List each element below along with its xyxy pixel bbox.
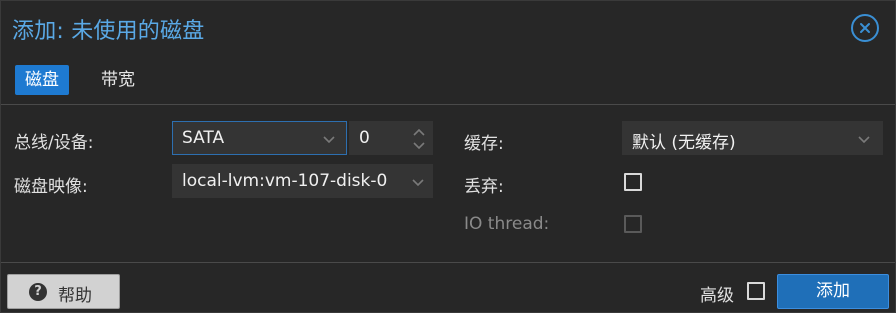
chevron-down-icon [323,136,335,144]
dialog-footer: ? 帮助 高级 添加 [1,262,895,313]
advanced-label: 高级 [700,286,734,306]
advanced-checkbox[interactable] [747,282,765,300]
add-button[interactable]: 添加 [777,274,889,309]
chevron-down-icon [858,136,870,144]
dialog-title: 添加: 未使用的磁盘 [12,19,205,44]
cache-label: 缓存: [464,134,504,154]
help-button[interactable]: ? 帮助 [7,274,120,309]
tab-bar: 磁盘 带宽 [1,61,895,105]
io-thread-label: IO thread: [464,214,550,234]
chevron-down-icon [412,179,424,187]
disk-image-select[interactable]: local-lvm:vm-107-disk-0 [172,164,433,198]
add-unused-disk-dialog: 添加: 未使用的磁盘 磁盘 带宽 总线/设备: SATA 0 磁盘映像: loc… [0,0,896,313]
close-icon[interactable] [851,14,879,42]
discard-label: 丢弃: [464,177,504,197]
device-number-value: 0 [359,128,370,148]
question-circle-icon: ? [29,283,47,301]
tab-disk[interactable]: 磁盘 [15,65,69,95]
dialog-title-bar: 添加: 未使用的磁盘 [1,1,895,55]
discard-checkbox[interactable] [624,173,642,191]
spinner-arrows-icon[interactable] [412,126,426,152]
tab-bandwidth[interactable]: 带宽 [91,65,145,95]
help-button-label: 帮助 [58,286,92,306]
bus-device-label: 总线/设备: [14,133,94,153]
bus-select-value: SATA [182,128,225,148]
device-number-stepper[interactable]: 0 [349,121,433,155]
cache-select[interactable]: 默认 (无缓存) [622,121,883,155]
io-thread-checkbox [624,215,642,233]
disk-image-value: local-lvm:vm-107-disk-0 [182,171,388,191]
bus-select[interactable]: SATA [172,121,347,155]
cache-select-value: 默认 (无缓存) [632,133,736,153]
disk-image-label: 磁盘映像: [14,177,88,197]
